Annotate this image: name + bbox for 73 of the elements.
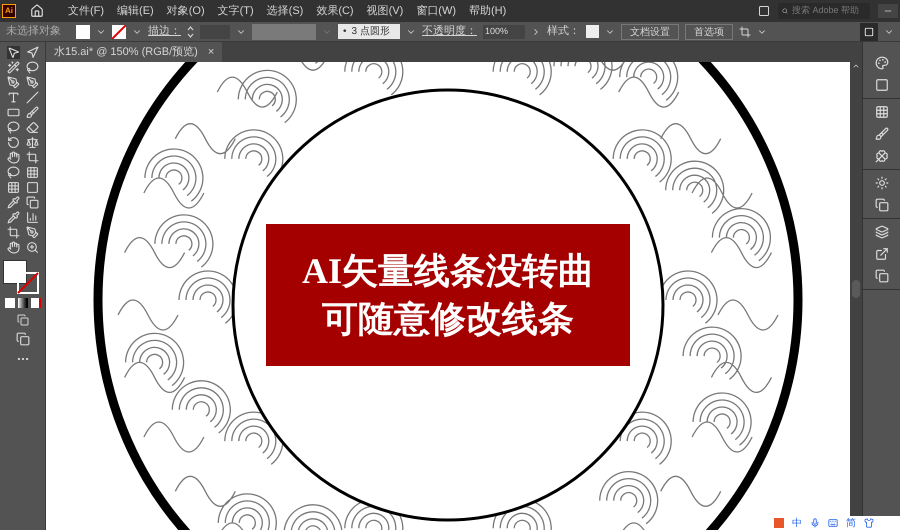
style-swatch[interactable] xyxy=(586,25,599,38)
direct-selection-tool-icon[interactable] xyxy=(26,46,38,59)
mesh-tool-icon[interactable] xyxy=(6,181,20,194)
type-tool-icon[interactable] xyxy=(6,91,20,104)
layers-icon[interactable] xyxy=(874,225,888,239)
menu-item[interactable]: 帮助(H) xyxy=(469,2,506,20)
ime-toggle[interactable]: 简 xyxy=(846,516,856,530)
gradient-mode-swatch[interactable] xyxy=(18,298,28,308)
magic-wand-tool-icon[interactable] xyxy=(6,61,20,74)
rotate-tool-icon[interactable] xyxy=(6,136,20,149)
zoom-tool-icon[interactable] xyxy=(26,241,38,254)
banner-text: AI矢量线条没转曲 xyxy=(302,250,594,293)
curvature-pen-icon[interactable] xyxy=(26,76,38,89)
perspective-grid-icon[interactable] xyxy=(26,166,38,179)
menu-item[interactable]: 编辑(E) xyxy=(117,2,154,20)
search-icon xyxy=(782,6,788,16)
menu-item[interactable]: 效果(C) xyxy=(316,2,354,20)
fill-swatch[interactable] xyxy=(76,24,90,38)
selection-tool-icon[interactable] xyxy=(6,46,20,59)
hand-tool-icon[interactable] xyxy=(6,241,20,254)
document-title: 水15.ai* @ 150% (RGB/预览) xyxy=(54,44,198,60)
pen-tool-icon[interactable] xyxy=(6,76,20,89)
home-icon[interactable] xyxy=(30,4,44,18)
menu-item[interactable]: 文字(T) xyxy=(218,2,254,20)
palette-icon[interactable] xyxy=(874,56,888,70)
fill-color-swatch[interactable] xyxy=(2,260,26,284)
swatches-icon[interactable] xyxy=(874,105,888,119)
scroll-up-icon[interactable] xyxy=(852,62,860,70)
eraser-tool-icon[interactable] xyxy=(26,121,38,134)
scrollbar-thumb[interactable] xyxy=(852,280,860,298)
keyboard-icon[interactable] xyxy=(828,518,838,528)
snap-toggle[interactable] xyxy=(860,22,878,40)
toolbar-button[interactable]: 文档设置 xyxy=(621,24,679,40)
stroke-label[interactable]: 描边： xyxy=(148,23,181,40)
minimize-button[interactable] xyxy=(878,4,898,18)
selection-label: 未选择对象 xyxy=(6,24,62,40)
menu-item[interactable]: 窗口(W) xyxy=(416,2,456,20)
shirt-icon[interactable] xyxy=(864,518,874,528)
color-mode-swatch[interactable] xyxy=(4,298,14,308)
sun-icon[interactable] xyxy=(874,176,888,190)
banner-text: 可随意修改线条 xyxy=(322,298,574,341)
stepper-icon[interactable] xyxy=(187,24,194,38)
opacity-label[interactable]: 不透明度： xyxy=(422,23,477,40)
bullet-text: • xyxy=(343,25,347,39)
document-tab[interactable]: 水15.ai* @ 150% (RGB/预览) × xyxy=(46,42,222,62)
brush-tool-icon[interactable] xyxy=(26,106,38,119)
search-field[interactable]: 搜索 Adobe 帮助 xyxy=(778,3,870,19)
variable-width-field[interactable] xyxy=(252,24,316,40)
brushes-icon[interactable] xyxy=(874,127,888,141)
graph-tool-icon[interactable] xyxy=(26,211,38,224)
brush-dropdown[interactable]: • 3 点圆形 xyxy=(338,24,400,39)
menu-item[interactable]: 视图(V) xyxy=(366,2,404,20)
opacity-field[interactable]: 100% xyxy=(483,24,525,38)
menu-item[interactable]: 对象(O) xyxy=(166,2,205,20)
lasso-tool-icon[interactable] xyxy=(26,61,38,74)
menu-item[interactable]: 文件(F) xyxy=(68,2,104,20)
rectangle-tool-icon[interactable] xyxy=(6,106,20,119)
toolbar-button[interactable]: 首选项 xyxy=(685,24,733,40)
style-label: 样式： xyxy=(547,24,580,40)
app-logo: Ai xyxy=(2,4,16,18)
brush-name: 3 点圆形 xyxy=(352,24,390,39)
stroke-color-swatch[interactable] xyxy=(16,272,38,294)
stroke-none-swatch[interactable] xyxy=(112,24,126,38)
ime-toggle[interactable]: 中 xyxy=(792,516,802,530)
export-icon[interactable] xyxy=(874,247,888,261)
clover-icon[interactable] xyxy=(874,149,888,163)
microphone-icon[interactable] xyxy=(810,518,820,528)
scale-tool-icon[interactable] xyxy=(26,136,38,149)
eyedropper-tool-icon[interactable] xyxy=(6,196,20,209)
line-tool-icon[interactable] xyxy=(26,91,38,104)
close-tab-button[interactable]: × xyxy=(208,44,214,60)
menu-item[interactable]: 选择(S) xyxy=(266,2,304,20)
none-mode-swatch[interactable] xyxy=(30,298,40,308)
